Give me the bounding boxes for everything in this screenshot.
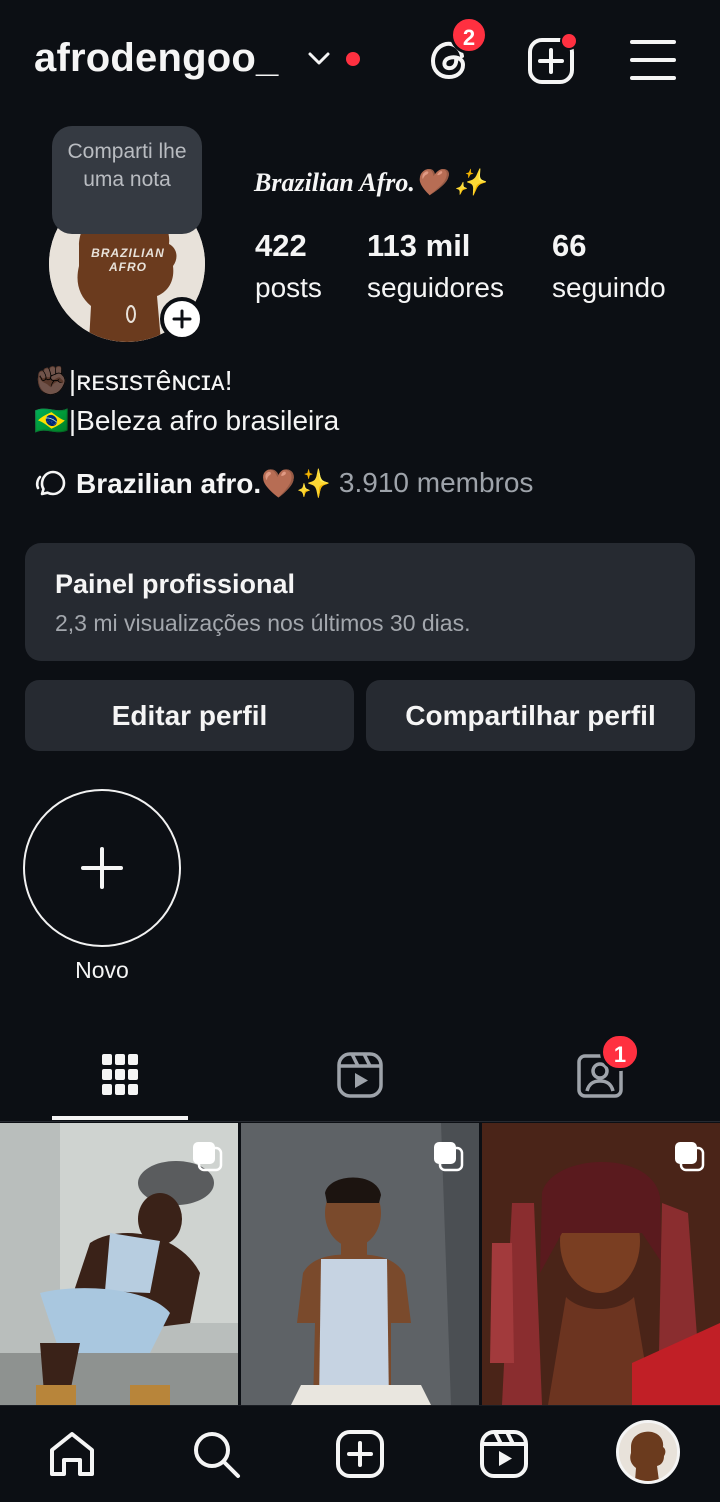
post-thumbnail[interactable] [0, 1123, 238, 1405]
channel-members: 3.910 membros [338, 467, 534, 498]
tab-reels[interactable] [240, 1030, 480, 1120]
channel-name: Brazilian afro.🤎✨ [76, 467, 331, 499]
hamburger-menu-icon [630, 40, 676, 80]
posts-label: posts [255, 272, 322, 303]
tagged-badge: 1 [600, 1033, 640, 1071]
post-thumbnail[interactable] [482, 1123, 720, 1405]
bottom-navigation [0, 1405, 720, 1502]
followers-label: seguidores [367, 272, 504, 303]
followers-stat[interactable]: 113 mil seguidores [367, 228, 504, 304]
carousel-icon [675, 1142, 705, 1172]
carousel-icon [434, 1142, 464, 1172]
share-note-bubble[interactable]: Comparti lhe uma nota [52, 126, 202, 234]
threads-button[interactable]: 2 [424, 16, 488, 86]
account-notification-dot [346, 52, 360, 66]
display-name: Brazilian Afro.🤎 ✨ [254, 168, 487, 197]
home-icon [50, 1432, 94, 1476]
posts-grid [0, 1123, 720, 1405]
grid-icon [102, 1054, 138, 1095]
professional-dashboard[interactable]: Painel profissional 2,3 mi visualizações… [25, 543, 695, 661]
logo-text-2: AFRO [109, 260, 147, 274]
top-bar: afrodengoo_ 2 [0, 0, 720, 120]
content-tabs: 1 [0, 1030, 720, 1122]
reels-icon [337, 1052, 383, 1098]
following-count: 66 [552, 228, 587, 263]
threads-badge: 2 [450, 16, 488, 54]
dashboard-title: Painel profissional [55, 569, 296, 599]
share-profile-button[interactable]: Compartilhar perfil [366, 680, 695, 751]
nav-profile-avatar[interactable] [616, 1420, 680, 1484]
broadcast-channel-link[interactable]: Brazilian afro.🤎✨ 3.910 membros [34, 466, 533, 500]
dashboard-subtitle: 2,3 mi visualizações nos últimos 30 dias… [55, 610, 471, 636]
posts-count: 422 [255, 228, 307, 263]
followers-count: 113 mil [367, 228, 471, 263]
menu-button[interactable] [628, 34, 680, 86]
plus-icon [81, 847, 123, 889]
username[interactable]: afrodengoo_ [34, 36, 278, 81]
following-stat[interactable]: 66 seguindo [552, 228, 666, 304]
nav-create[interactable] [332, 1426, 388, 1482]
following-label: seguindo [552, 272, 666, 303]
tab-posts-grid[interactable] [0, 1030, 240, 1120]
tab-tagged[interactable]: 1 [480, 1030, 720, 1120]
logo-text-1: BRAZILIAN [91, 246, 165, 260]
posts-stat[interactable]: 422 posts [255, 228, 322, 304]
brand-logo [619, 1423, 677, 1481]
plus-square-icon [336, 1430, 384, 1478]
channel-icon [35, 470, 66, 496]
plus-icon [172, 309, 192, 329]
active-tab-indicator [52, 1116, 188, 1120]
nav-search[interactable] [188, 1426, 244, 1482]
create-button[interactable] [526, 32, 578, 86]
chevron-down-icon[interactable] [306, 48, 332, 68]
new-highlight-button[interactable] [23, 789, 181, 947]
add-story-button[interactable] [160, 297, 204, 341]
edit-profile-button[interactable]: Editar perfil [25, 680, 354, 751]
new-highlight-label: Novo [75, 957, 129, 983]
nav-home[interactable] [44, 1426, 100, 1482]
nav-reels[interactable] [476, 1426, 532, 1482]
create-notification-dot [560, 32, 578, 50]
bio-line-1: ✊🏿|ʀᴇsɪsᴛêɴᴄɪᴀ! [34, 365, 233, 396]
post-thumbnail[interactable] [241, 1123, 479, 1405]
reels-icon [480, 1430, 528, 1478]
carousel-icon [193, 1142, 223, 1172]
search-icon [194, 1432, 240, 1478]
bio-line-2: 🇧🇷|Beleza afro brasileira [34, 405, 340, 436]
